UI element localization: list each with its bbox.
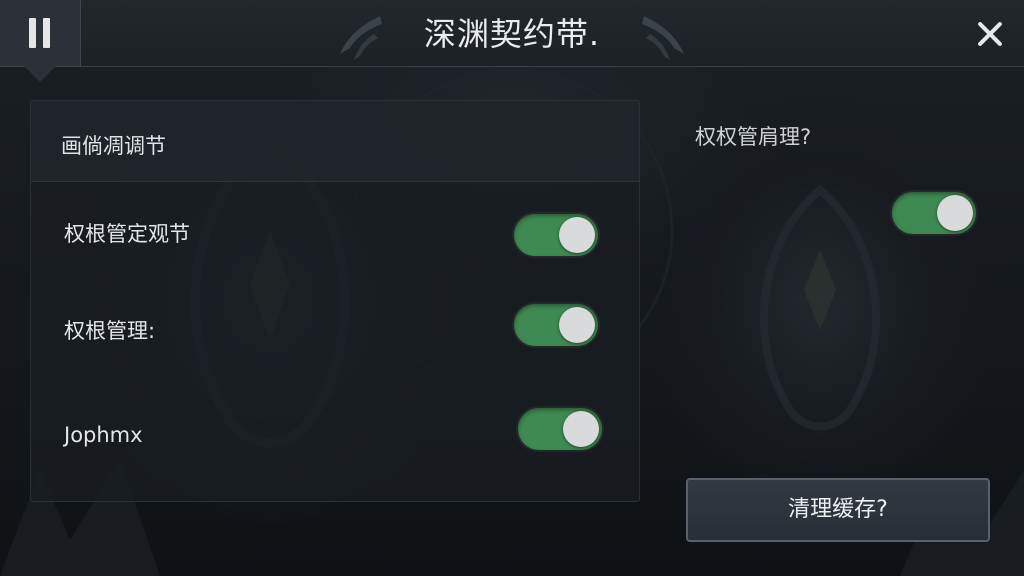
setting-toggle-1[interactable]: [512, 212, 600, 258]
top-bar: 深渊契约带.: [0, 0, 1024, 67]
pause-tab-pointer: [22, 64, 58, 82]
toggle-knob: [563, 411, 599, 447]
close-button[interactable]: [966, 10, 1014, 58]
settings-screen: 深渊契约带. 画倘凋调节 权根管定观节 权根管理: Jophmx 权权管肩理? …: [0, 0, 1024, 576]
setting-toggle-3[interactable]: [516, 406, 604, 452]
pause-icon: [29, 18, 51, 48]
pause-button[interactable]: [0, 0, 81, 66]
settings-panel-title: 画倘凋调节: [61, 134, 166, 158]
right-setting-toggle[interactable]: [890, 190, 978, 236]
setting-label-3: Jophmx: [64, 423, 143, 447]
toggle-knob: [559, 217, 595, 253]
page-title: 深渊契约带.: [423, 15, 601, 53]
setting-label-1: 权根管定观节: [64, 222, 190, 246]
clear-cache-button[interactable]: 清理缓存?: [686, 478, 990, 542]
toggle-knob: [937, 195, 973, 231]
toggle-knob: [559, 307, 595, 343]
setting-toggle-2[interactable]: [512, 302, 600, 348]
setting-label-2: 权根管理:: [64, 319, 156, 343]
right-setting-label: 权权管肩理?: [695, 125, 812, 149]
